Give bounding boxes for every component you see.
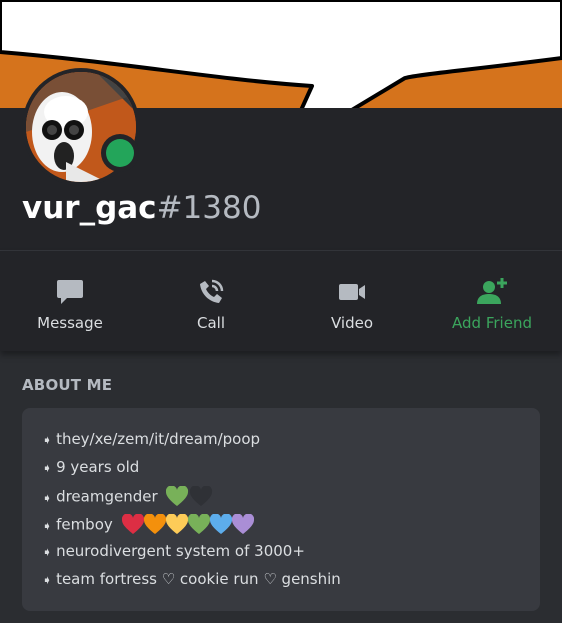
about-me-box: ➧ they/xe/zem/it/dream/poop ➧ 9 years old … — [22, 408, 540, 611]
arrow-bullet-icon: ➧ — [42, 545, 53, 559]
username-name: vur_gac — [22, 190, 157, 226]
username: vur_gac#1380 — [22, 188, 261, 228]
arrow-bullet-icon: ➧ — [42, 433, 53, 447]
video-icon — [339, 284, 365, 300]
call-label: Call — [196, 314, 225, 332]
rainbow-hearts-icon — [121, 514, 254, 534]
about-line-text: neurodivergent system of 3000+ — [56, 542, 305, 560]
arrow-bullet-icon: ➧ — [42, 490, 53, 505]
about-line: ➧ neurodivergent system of 3000+ — [42, 542, 305, 560]
about-line: ➧ dreamgender — [42, 486, 214, 508]
message-label: Message — [37, 314, 103, 332]
action-bar: Message Call Video Add Friend — [0, 251, 562, 351]
call-button[interactable]: Call — [141, 251, 281, 351]
arrow-bullet-icon: ➧ — [42, 461, 53, 475]
message-icon — [57, 280, 83, 304]
phone-icon — [200, 279, 224, 303]
message-button[interactable]: Message — [0, 251, 140, 351]
about-line-text: they/xe/zem/it/dream/poop — [56, 430, 261, 448]
online-status-icon — [106, 139, 134, 167]
about-line: ➧ they/xe/zem/it/dream/poop — [42, 430, 260, 448]
video-label: Video — [330, 314, 374, 332]
about-me-title: ABOUT ME — [22, 376, 113, 394]
about-line-text: 9 years old — [56, 458, 140, 476]
add-friend-button[interactable]: Add Friend — [422, 251, 562, 351]
about-line: ➧ team fortress ♡ cookie run ♡ genshin — [42, 570, 341, 588]
add-friend-icon — [477, 278, 507, 304]
status-indicator — [101, 134, 139, 172]
about-line: ➧ 9 years old — [42, 458, 139, 476]
video-button[interactable]: Video — [282, 251, 422, 351]
username-discriminator: #1380 — [156, 190, 262, 226]
about-line: ➧ femboy — [42, 514, 254, 536]
arrow-bullet-icon: ➧ — [42, 518, 53, 533]
add-friend-label: Add Friend — [452, 314, 532, 332]
about-line-text: dreamgender — [56, 487, 158, 506]
about-line-text: femboy — [56, 515, 113, 534]
arrow-bullet-icon: ➧ — [42, 573, 53, 587]
about-line-text: team fortress ♡ cookie run ♡ genshin — [56, 570, 341, 588]
dreamgender-hearts-icon — [166, 486, 213, 506]
